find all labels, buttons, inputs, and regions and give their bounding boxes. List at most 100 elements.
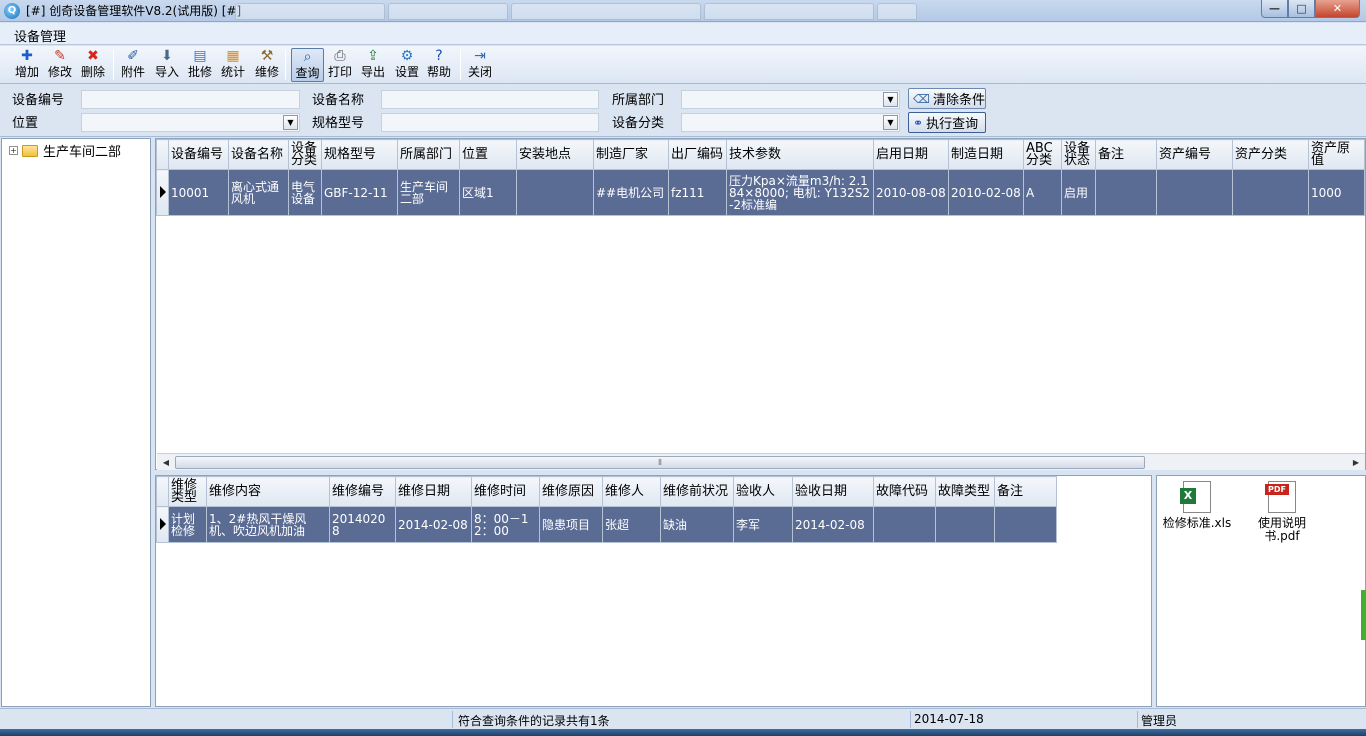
column-header[interactable]: 出厂编码 xyxy=(668,139,727,170)
table-cell[interactable]: 8：00－12：00 xyxy=(471,506,540,543)
horizontal-scrollbar[interactable]: ◀ ⦀ ▶ xyxy=(157,453,1365,470)
toolbar-button-1[interactable]: ✎ 修改 xyxy=(46,48,74,82)
execute-search-button[interactable]: ⚭ 执行查询 xyxy=(908,112,986,133)
column-header[interactable]: 维修原因 xyxy=(539,476,603,507)
column-header[interactable]: 维修人 xyxy=(602,476,661,507)
column-header[interactable]: 维修前状况 xyxy=(660,476,734,507)
clear-conditions-button[interactable]: ⌫ 清除条件 xyxy=(908,88,986,109)
column-header[interactable]: 设备编号 xyxy=(168,139,229,170)
scrollbar-thumb[interactable]: ⦀ xyxy=(175,456,1145,469)
column-header[interactable]: 备注 xyxy=(1095,139,1157,170)
table-cell[interactable]: 生产车间二部 xyxy=(397,169,460,216)
toolbar-button-7[interactable]: ⚒ 维修 xyxy=(253,48,281,82)
table-cell[interactable]: 缺油 xyxy=(660,506,734,543)
scroll-right-icon[interactable]: ▶ xyxy=(1349,456,1363,469)
toolbar-button-10[interactable]: ⇪ 导出 xyxy=(359,48,387,82)
device-code-input[interactable] xyxy=(81,90,300,109)
table-row[interactable]: 10001 离心式通风机 电气设备 GBF-12-11 生产车间二部 区域1 ##电机公司 f… xyxy=(156,169,1365,216)
column-header[interactable]: 制造日期 xyxy=(948,139,1024,170)
chevron-down-icon[interactable]: ▼ xyxy=(883,115,898,130)
toolbar-button-12[interactable]: ? 帮助 xyxy=(425,48,453,82)
column-header[interactable]: 启用日期 xyxy=(873,139,949,170)
column-header[interactable]: 故障类型 xyxy=(935,476,995,507)
category-select[interactable]: ▼ xyxy=(681,113,900,132)
table-cell[interactable] xyxy=(516,169,594,216)
column-header[interactable]: 备注 xyxy=(994,476,1057,507)
table-cell[interactable]: 压力Kpa×流量m3/h: 2.184×8000; 电机: Y132S2-2标准… xyxy=(726,169,874,216)
location-select[interactable]: ▼ xyxy=(81,113,300,132)
table-cell[interactable]: 1000 xyxy=(1308,169,1365,216)
expand-plus-icon[interactable]: + xyxy=(9,146,18,155)
toolbar-button-6[interactable]: ▦ 统计 xyxy=(219,48,247,82)
column-header[interactable]: 资产分类 xyxy=(1232,139,1309,170)
table-cell[interactable]: 计划检修 xyxy=(168,506,207,543)
column-header[interactable]: 验收人 xyxy=(733,476,793,507)
column-header[interactable]: 维修日期 xyxy=(395,476,472,507)
table-cell[interactable]: 2010-02-08 xyxy=(948,169,1024,216)
column-header[interactable]: 设备状态 xyxy=(1061,139,1096,170)
menu-device-management[interactable]: 设备管理 xyxy=(14,26,66,45)
minimize-button[interactable]: — xyxy=(1261,0,1288,18)
table-cell[interactable]: 10001 xyxy=(168,169,229,216)
toolbar-button-11[interactable]: ⚙ 设置 xyxy=(393,48,421,82)
table-row[interactable]: 计划检修 1、2#热风干燥风机、吹边风机加油 20140208 2014-02-08 8… xyxy=(156,506,1057,543)
column-header[interactable]: 故障代码 xyxy=(873,476,936,507)
table-cell[interactable]: 张超 xyxy=(602,506,661,543)
column-header[interactable]: 资产编号 xyxy=(1156,139,1233,170)
table-cell[interactable] xyxy=(873,506,936,543)
table-cell[interactable]: 李军 xyxy=(733,506,793,543)
toolbar-button-2[interactable]: ✖ 删除 xyxy=(79,48,107,82)
toolbar-button-4[interactable]: ⬇ 导入 xyxy=(153,48,181,82)
maximize-button[interactable]: □ xyxy=(1288,0,1315,18)
table-cell[interactable]: A xyxy=(1023,169,1062,216)
table-cell[interactable] xyxy=(1232,169,1309,216)
toolbar-button-9[interactable]: ⎙ 打印 xyxy=(326,48,354,82)
table-cell[interactable]: fz111 xyxy=(668,169,727,216)
device-name-input[interactable] xyxy=(381,90,599,109)
table-cell[interactable] xyxy=(1095,169,1157,216)
column-header[interactable]: 所属部门 xyxy=(397,139,460,170)
table-cell[interactable]: 区域1 xyxy=(459,169,517,216)
column-header[interactable]: 制造厂家 xyxy=(593,139,669,170)
table-cell[interactable]: 隐患项目 xyxy=(539,506,603,543)
attachment-file[interactable]: 检修标准.xls xyxy=(1157,481,1237,530)
toolbar-button-0[interactable]: ✚ 增加 xyxy=(12,48,42,82)
column-header[interactable]: 技术参数 xyxy=(726,139,874,170)
table-cell[interactable]: 电气设备 xyxy=(288,169,322,216)
column-header[interactable]: 维修类型 xyxy=(168,476,207,507)
row-selector[interactable] xyxy=(156,506,169,543)
department-select[interactable]: ▼ xyxy=(681,90,900,109)
table-cell[interactable]: 2014-02-08 xyxy=(395,506,472,543)
close-button[interactable]: ✕ xyxy=(1315,0,1360,18)
column-header[interactable]: 验收日期 xyxy=(792,476,874,507)
table-cell[interactable]: 20140208 xyxy=(329,506,396,543)
column-header[interactable]: 规格型号 xyxy=(321,139,398,170)
column-header[interactable]: 资产原值 xyxy=(1308,139,1365,170)
toolbar-button-13[interactable]: ⇥ 关闭 xyxy=(466,48,494,82)
chevron-down-icon[interactable]: ▼ xyxy=(283,115,298,130)
table-cell[interactable]: ##电机公司 xyxy=(593,169,669,216)
column-header[interactable]: 位置 xyxy=(459,139,517,170)
table-cell[interactable] xyxy=(994,506,1057,543)
table-cell[interactable]: GBF-12-11 xyxy=(321,169,398,216)
column-header[interactable]: 安装地点 xyxy=(516,139,594,170)
model-input[interactable] xyxy=(381,113,599,132)
tree-node-root[interactable]: + 生产车间二部 xyxy=(9,141,121,160)
toolbar-button-3[interactable]: ✐ 附件 xyxy=(119,48,147,82)
attachment-file[interactable]: 使用说明书.pdf xyxy=(1242,481,1322,543)
table-cell[interactable]: 启用 xyxy=(1061,169,1096,216)
table-cell[interactable]: 1、2#热风干燥风机、吹边风机加油 xyxy=(206,506,330,543)
chevron-down-icon[interactable]: ▼ xyxy=(883,92,898,107)
column-header[interactable]: 维修编号 xyxy=(329,476,396,507)
column-header[interactable]: 设备分类 xyxy=(288,139,322,170)
row-selector[interactable] xyxy=(156,169,169,216)
table-cell[interactable]: 2014-02-08 xyxy=(792,506,874,543)
table-cell[interactable] xyxy=(935,506,995,543)
toolbar-button-5[interactable]: ▤ 批修 xyxy=(186,48,214,82)
column-header[interactable]: ABC分类 xyxy=(1023,139,1062,170)
table-cell[interactable]: 离心式通风机 xyxy=(228,169,289,216)
scroll-left-icon[interactable]: ◀ xyxy=(159,456,173,469)
table-cell[interactable] xyxy=(1156,169,1233,216)
toolbar-button-8[interactable]: ⌕ 查询 xyxy=(291,48,324,82)
column-header[interactable]: 维修内容 xyxy=(206,476,330,507)
